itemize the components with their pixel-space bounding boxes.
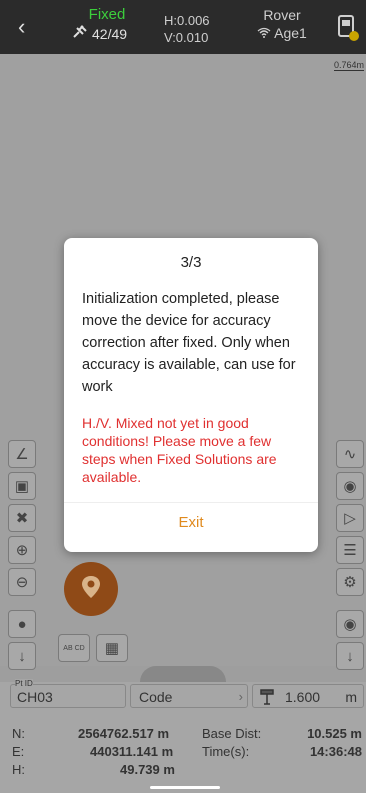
fix-state-label: Fixed bbox=[88, 6, 126, 23]
ptid-value: CH03 bbox=[17, 689, 53, 705]
grid-view-icon[interactable]: ▦ bbox=[96, 634, 128, 662]
satellite-icon bbox=[72, 25, 88, 42]
e-value: 440311.141 m bbox=[90, 744, 174, 759]
map-scale: 0.764m bbox=[333, 60, 364, 71]
settings-icon[interactable]: ⚙ bbox=[336, 568, 364, 596]
age-label: Age1 bbox=[274, 25, 307, 41]
mode-label: Rover bbox=[263, 7, 301, 23]
measure-angle-icon[interactable]: ∠ bbox=[8, 440, 36, 468]
dialog-divider bbox=[64, 502, 318, 503]
zoom-out-icon[interactable]: ⊖ bbox=[8, 568, 36, 596]
info-panel: Pt ID CH03 Code › 1.600 m N: 2564762.517… bbox=[0, 679, 366, 793]
point-label-icon[interactable]: AB CD bbox=[58, 634, 90, 662]
base-dist-label: Base Dist: bbox=[202, 726, 262, 741]
focus-icon[interactable]: ▣ bbox=[8, 472, 36, 500]
dialog-warning: H./V. Mixed not yet in good conditions! … bbox=[82, 415, 277, 485]
v-precision: V:0.010 bbox=[164, 30, 209, 45]
antenna-height-value: 1.600 bbox=[285, 689, 321, 705]
satellite-value: 42/49 bbox=[92, 26, 128, 42]
expand-down-icon[interactable]: ↓ bbox=[8, 642, 36, 670]
back-icon[interactable]: ‹ bbox=[18, 14, 25, 40]
collapse-icon[interactable]: ✖ bbox=[8, 504, 36, 532]
curve-settings-icon[interactable]: ∿ bbox=[336, 440, 364, 468]
precision-block: H:0.006 V:0.010 bbox=[164, 12, 210, 46]
ptid-label: Pt ID bbox=[15, 679, 33, 688]
globe-icon[interactable]: ● bbox=[8, 610, 36, 638]
fix-status: Fixed 42/49 bbox=[72, 6, 142, 42]
e-label: E: bbox=[12, 744, 25, 759]
stakeout-icon[interactable]: ▷ bbox=[336, 504, 364, 532]
add-point-button[interactable] bbox=[64, 562, 118, 616]
n-value: 2564762.517 m bbox=[78, 726, 170, 741]
home-indicator bbox=[150, 786, 220, 789]
ptid-field[interactable]: Pt ID CH03 bbox=[10, 679, 126, 708]
expand-down-icon[interactable]: ↓ bbox=[336, 642, 364, 670]
code-label: Code bbox=[139, 689, 173, 705]
n-label: N: bbox=[12, 726, 25, 741]
list-icon[interactable]: ☰ bbox=[336, 536, 364, 564]
h-precision: H:0.006 bbox=[164, 13, 210, 28]
rover-block: Rover Age1 bbox=[246, 6, 318, 42]
base-dist-value: 10.525 m bbox=[307, 726, 362, 741]
time-label: Time(s): bbox=[202, 744, 250, 759]
panel-toggle-handle[interactable] bbox=[140, 666, 226, 682]
h-label: H: bbox=[12, 762, 25, 777]
code-field[interactable]: Code › bbox=[130, 684, 248, 708]
zoom-in-icon[interactable]: ⊕ bbox=[8, 536, 36, 564]
satellite-count: 42/49 bbox=[72, 25, 142, 42]
exit-button[interactable]: Exit bbox=[64, 514, 318, 531]
antenna-height-field[interactable]: 1.600 m bbox=[252, 684, 364, 708]
antenna-height-unit: m bbox=[345, 689, 357, 705]
dialog-message: Initialization completed, please move th… bbox=[82, 291, 296, 395]
location-icon[interactable]: ◉ bbox=[336, 472, 364, 500]
device-icon[interactable] bbox=[336, 14, 360, 42]
point-label-text: AB CD bbox=[63, 644, 85, 652]
h-value: 49.739 m bbox=[120, 762, 175, 777]
dialog-step-counter: 3/3 bbox=[180, 254, 202, 271]
mixed-icon[interactable]: ◉ bbox=[336, 610, 364, 638]
initialization-dialog: 3/3 Initialization completed, please mov… bbox=[64, 238, 318, 552]
map-pin-icon bbox=[81, 575, 101, 598]
antenna-icon bbox=[259, 687, 279, 705]
chevron-right-icon: › bbox=[238, 689, 243, 704]
status-bar: ‹ Fixed 42/49 H:0.006 V:0.010 Rover Age1 bbox=[0, 0, 366, 54]
time-value: 14:36:48 bbox=[309, 744, 362, 759]
wifi-icon bbox=[257, 24, 271, 42]
